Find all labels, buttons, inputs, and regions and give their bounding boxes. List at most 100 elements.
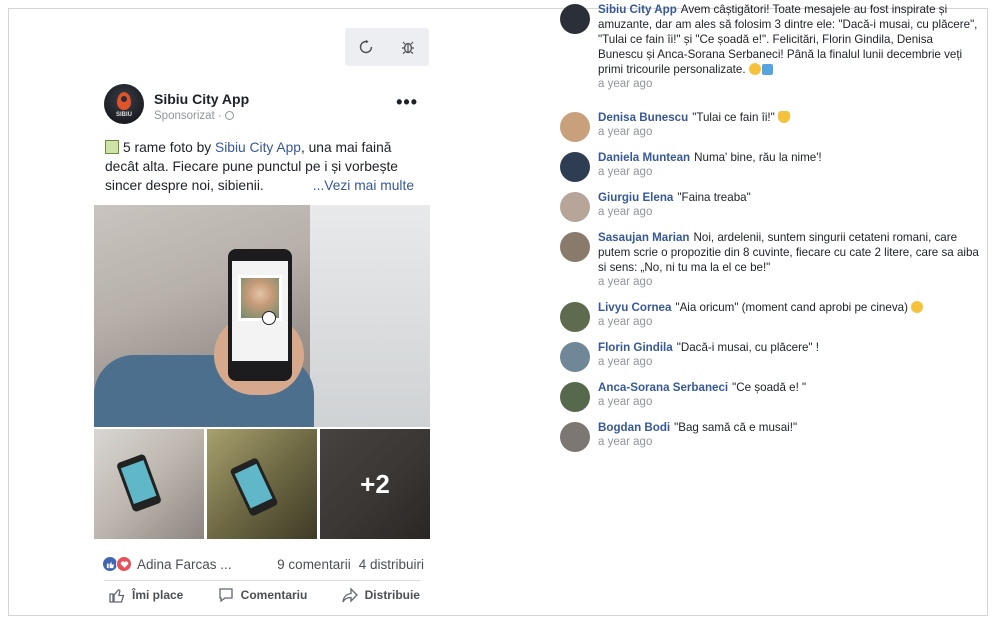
post-actions: Îmi place Comentariu Distribuie (108, 586, 420, 604)
comment-item: Anca-Sorana Serbaneci "Ce șoadă e! " a ye… (560, 380, 980, 420)
comment-item: Giurgiu Elena "Faina treaba" a year ago (560, 190, 980, 230)
commenter-name[interactable]: Giurgiu Elena (598, 191, 673, 204)
refresh-icon[interactable] (345, 28, 387, 66)
main-photo[interactable] (94, 205, 430, 427)
commenter-name[interactable]: Anca-Sorana Serbaneci (598, 381, 728, 394)
picture-frame-icon (105, 140, 119, 154)
smiley-emoji-icon (748, 63, 761, 75)
commenter-name[interactable]: Denisa Bunescu (598, 111, 688, 124)
share-label: Distribuie (364, 588, 420, 602)
commenter-avatar[interactable] (560, 342, 590, 372)
page-mention-link[interactable]: Sibiu City App (215, 140, 301, 155)
thumbnail-1[interactable] (94, 429, 204, 539)
sponsored-text: Sponsorizat · (154, 110, 225, 122)
post-toolbar (345, 28, 429, 66)
cat-emoji-icon (778, 111, 790, 123)
see-more-link[interactable]: ...Vezi mai multe (313, 176, 414, 195)
like-label: Îmi place (132, 588, 184, 602)
comment-icon (219, 588, 233, 603)
comment-time[interactable]: a year ago (598, 276, 980, 288)
like-button[interactable]: Îmi place (108, 586, 183, 604)
thumbnail-3[interactable]: +2 (320, 429, 430, 539)
tshirt-emoji-icon (761, 64, 773, 75)
comment-item: Sibiu City App Avem câștigători! Toate me… (560, 2, 980, 110)
commenter-name[interactable]: Sasaujan Marian (598, 231, 690, 244)
comment-item: Denisa Bunescu "Tulai ce fain îi!" a year… (560, 110, 980, 150)
love-reaction-icon[interactable] (116, 556, 132, 572)
post-text: 5 rame foto by Sibiu City App, una mai f… (94, 132, 430, 200)
comment-time[interactable]: a year ago (598, 396, 980, 408)
comment-text: "Bag samă că e musai!" (674, 421, 798, 434)
comment-text-wrap: Sibiu City App Avem câștigători! Toate me… (598, 2, 980, 77)
comment-text: Numa' bine, rău la nime'! (694, 151, 822, 164)
globe-icon (224, 111, 234, 120)
share-button[interactable]: Distribuie (341, 586, 420, 604)
comment-text-wrap: Anca-Sorana Serbaneci "Ce șoadă e! " (598, 380, 980, 395)
comment-text: "Tulai ce fain îi!" (692, 111, 775, 124)
comment-item: Livyu Cornea "Aia oricum" (moment cand ap… (560, 300, 980, 340)
commenter-name[interactable]: Livyu Cornea (598, 301, 671, 314)
comment-text-wrap: Livyu Cornea "Aia oricum" (moment cand ap… (598, 300, 980, 315)
smiley-emoji-icon (911, 301, 924, 313)
reactions-bar: Adina Farcas ... 9 comentarii 4 distribu… (102, 554, 424, 574)
comment-text: "Faina treaba" (677, 191, 751, 204)
comment-item: Florin Gindila "Dacă-i musai, cu plăcere"… (560, 340, 980, 380)
comment-text-wrap: Giurgiu Elena "Faina treaba" (598, 190, 980, 205)
comment-item: Daniela Muntean Numa' bine, rău la nime'!… (560, 150, 980, 190)
comment-time[interactable]: a year ago (598, 166, 980, 178)
phone-screen (232, 261, 288, 361)
shares-count[interactable]: 4 distribuiri (359, 557, 424, 572)
comment-text-wrap: Florin Gindila "Dacă-i musai, cu plăcere"… (598, 340, 980, 355)
photo-phone (228, 249, 292, 381)
thumbnail-2[interactable] (207, 429, 317, 539)
comment-button[interactable]: Comentariu (217, 586, 308, 604)
thumb-phone (116, 453, 162, 513)
commenter-avatar[interactable] (560, 4, 590, 34)
action-divider (104, 580, 420, 581)
sponsored-label: Sponsorizat · (154, 110, 234, 122)
comment-text: "Aia oricum" (moment cand aprobi pe cine… (675, 301, 908, 314)
commenter-avatar[interactable] (560, 302, 590, 332)
commenter-name[interactable]: Florin Gindila (598, 341, 673, 354)
thumbs-up-icon (109, 589, 125, 603)
sponsored-post: SIBIU Sibiu City App Sponsorizat · ••• 5… (94, 78, 430, 603)
comment-text-wrap: Bogdan Bodi "Bag samă că e musai!" (598, 420, 980, 435)
page-name[interactable]: Sibiu City App (154, 91, 249, 107)
bug-icon[interactable] (387, 28, 429, 66)
comments-count[interactable]: 9 comentarii (277, 557, 351, 572)
commenter-avatar[interactable] (560, 232, 590, 262)
comment-label: Comentariu (240, 588, 308, 602)
comment-text-wrap: Denisa Bunescu "Tulai ce fain îi!" (598, 110, 980, 125)
reactions-names[interactable]: Adina Farcas ... (137, 557, 232, 572)
commenter-avatar[interactable] (560, 382, 590, 412)
commenter-name[interactable]: Bogdan Bodi (598, 421, 670, 434)
comment-text-wrap: Sasaujan Marian Noi, ardelenii, suntem si… (598, 230, 980, 275)
comment-time[interactable]: a year ago (598, 316, 980, 328)
comment-item: Sasaujan Marian Noi, ardelenii, suntem si… (560, 230, 980, 300)
comment-item: Bogdan Bodi "Bag samă că e musai!" a year… (560, 420, 980, 460)
commenter-avatar[interactable] (560, 112, 590, 142)
page-avatar[interactable]: SIBIU (104, 84, 144, 124)
commenter-name[interactable]: Sibiu City App (598, 3, 677, 16)
more-photos-overlay: +2 (320, 429, 430, 539)
comment-time[interactable]: a year ago (598, 356, 980, 368)
more-photos-count: +2 (360, 468, 390, 499)
comment-time[interactable]: a year ago (598, 126, 980, 138)
post-text-part1: 5 rame foto by (123, 140, 216, 155)
more-options-icon[interactable]: ••• (396, 92, 418, 113)
avatar-label: SIBIU (115, 112, 132, 118)
comment-text: "Ce șoadă e! " (732, 381, 807, 394)
commenter-avatar[interactable] (560, 152, 590, 182)
comment-time[interactable]: a year ago (598, 436, 980, 448)
commenter-avatar[interactable] (560, 422, 590, 452)
comment-text-wrap: Daniela Muntean Numa' bine, rău la nime'! (598, 150, 980, 165)
map-pin-icon (117, 92, 131, 110)
photo-window (310, 205, 430, 427)
comment-time[interactable]: a year ago (598, 78, 980, 90)
phone-photo (238, 275, 282, 321)
comment-time[interactable]: a year ago (598, 206, 980, 218)
comments-list: Sibiu City App Avem câștigători! Toate me… (560, 3, 980, 460)
commenter-name[interactable]: Daniela Muntean (598, 151, 690, 164)
commenter-avatar[interactable] (560, 192, 590, 222)
clock-badge-icon (262, 311, 276, 325)
